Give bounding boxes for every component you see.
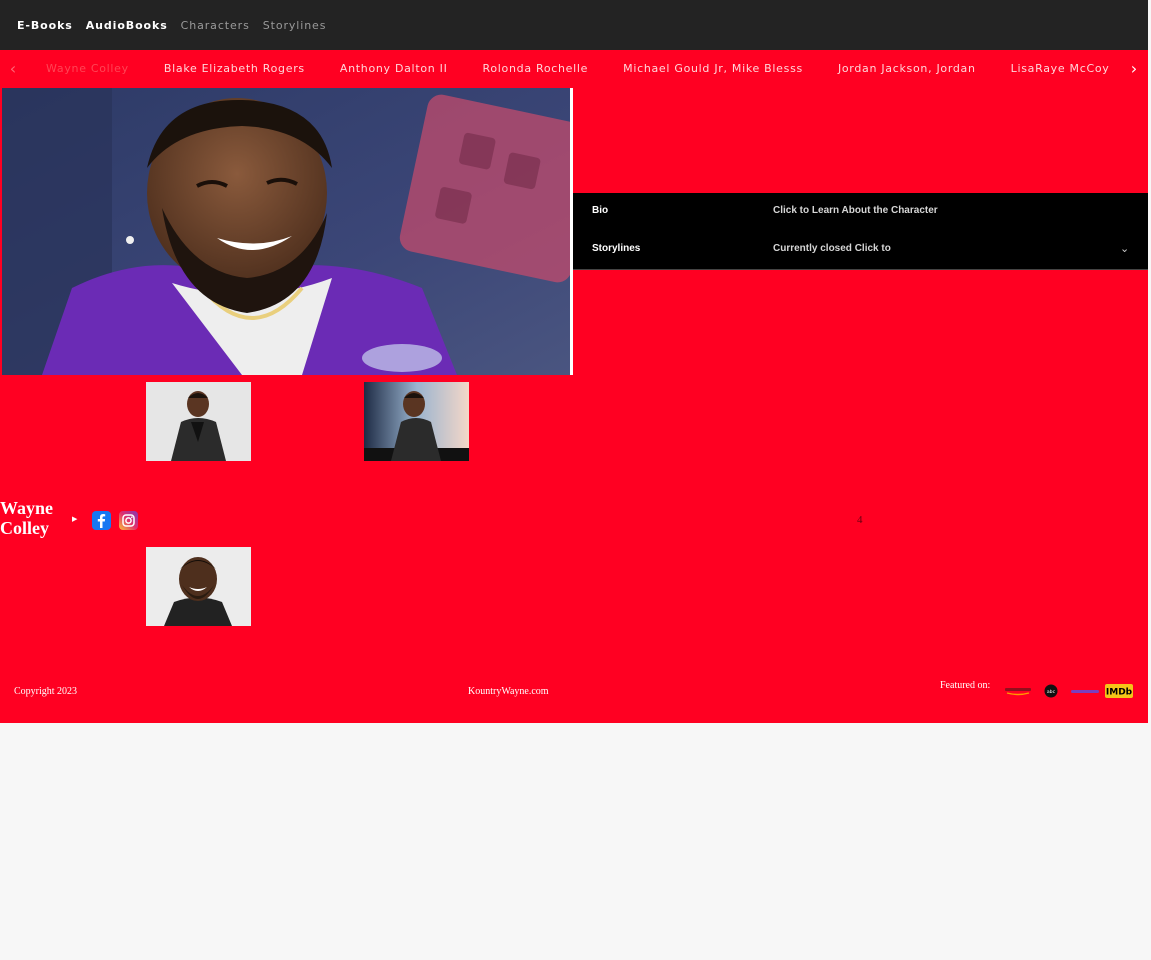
facebook-icon[interactable] bbox=[92, 511, 111, 530]
character-name: Wayne Colley bbox=[0, 498, 53, 538]
character-tab-jordan-jackson[interactable]: Jordan Jackson, Jordan bbox=[838, 50, 976, 88]
character-tab-anthony-dalton[interactable]: Anthony Dalton II bbox=[340, 50, 448, 88]
chevron-down-icon[interactable]: ⌄ bbox=[1120, 242, 1129, 255]
character-section: ‹ Wayne Colley Blake Elizabeth Rogers Anth… bbox=[0, 50, 1148, 723]
chevron-left-icon[interactable]: ‹ bbox=[5, 60, 21, 78]
character-tab-blake-elizabeth-rogers[interactable]: Blake Elizabeth Rogers bbox=[164, 50, 305, 88]
nav-audiobooks[interactable]: AudioBooks bbox=[86, 19, 168, 32]
chevron-right-icon[interactable]: › bbox=[1126, 60, 1142, 78]
instagram-icon[interactable] bbox=[119, 511, 138, 530]
character-tab-michael-gould[interactable]: Michael Gould Jr, Mike Blesss bbox=[623, 50, 803, 88]
gallery-thumbnail[interactable] bbox=[146, 382, 251, 461]
character-tab-wayne-colley[interactable]: Wayne Colley bbox=[46, 50, 129, 88]
nav-ebooks[interactable]: E-Books bbox=[17, 19, 73, 32]
character-carousel: ‹ Wayne Colley Blake Elizabeth Rogers Anth… bbox=[0, 50, 1148, 88]
site-link[interactable]: KountryWayne.com bbox=[468, 686, 549, 697]
hulu-logo[interactable] bbox=[1070, 684, 1100, 702]
character-name-first: Wayne bbox=[0, 498, 54, 518]
bio-value[interactable]: Click to Learn About the Character bbox=[773, 205, 938, 216]
storylines-label: Storylines bbox=[592, 243, 641, 254]
storylines-value[interactable]: Currently closed Click to bbox=[773, 243, 891, 254]
pager-value: 4 bbox=[857, 514, 863, 526]
featured-label: Featured on: bbox=[940, 680, 991, 691]
character-tab-rolonda-rochelle[interactable]: Rolonda Rochelle bbox=[483, 50, 589, 88]
abc-logo[interactable]: abc bbox=[1044, 684, 1058, 703]
character-names: Wayne Colley Blake Elizabeth Rogers Anthon… bbox=[46, 50, 1121, 88]
character-hero-image bbox=[2, 88, 570, 375]
play-icon[interactable]: ▶ bbox=[72, 515, 77, 523]
bio-label: Bio bbox=[592, 205, 609, 216]
svg-text:abc: abc bbox=[1047, 689, 1056, 695]
gallery-thumbnail[interactable] bbox=[364, 382, 469, 461]
profile-photo[interactable] bbox=[146, 547, 251, 626]
bio-row[interactable]: Bio Click to Learn About the Character bbox=[573, 193, 1148, 231]
imdb-logo[interactable]: IMDb bbox=[1105, 684, 1133, 703]
amazon-logo[interactable] bbox=[1004, 684, 1032, 702]
copyright-text: Copyright 2023 bbox=[14, 686, 78, 697]
page: E-Books AudioBooks Characters Storylines… bbox=[0, 0, 1151, 960]
svg-text:IMDb: IMDb bbox=[1106, 688, 1133, 698]
nav-characters[interactable]: Characters bbox=[181, 19, 250, 32]
storylines-row[interactable]: Storylines Currently closed Click to ⌄ bbox=[573, 231, 1148, 269]
character-name-last: Colley bbox=[0, 518, 49, 538]
nav-storylines[interactable]: Storylines bbox=[263, 19, 327, 32]
character-info-table: Bio Click to Learn About the Character S… bbox=[573, 193, 1148, 270]
character-tab-lisaraye-mccoy[interactable]: LisaRaye McCoy bbox=[1011, 50, 1110, 88]
top-nav: E-Books AudioBooks Characters Storylines bbox=[0, 0, 1148, 50]
